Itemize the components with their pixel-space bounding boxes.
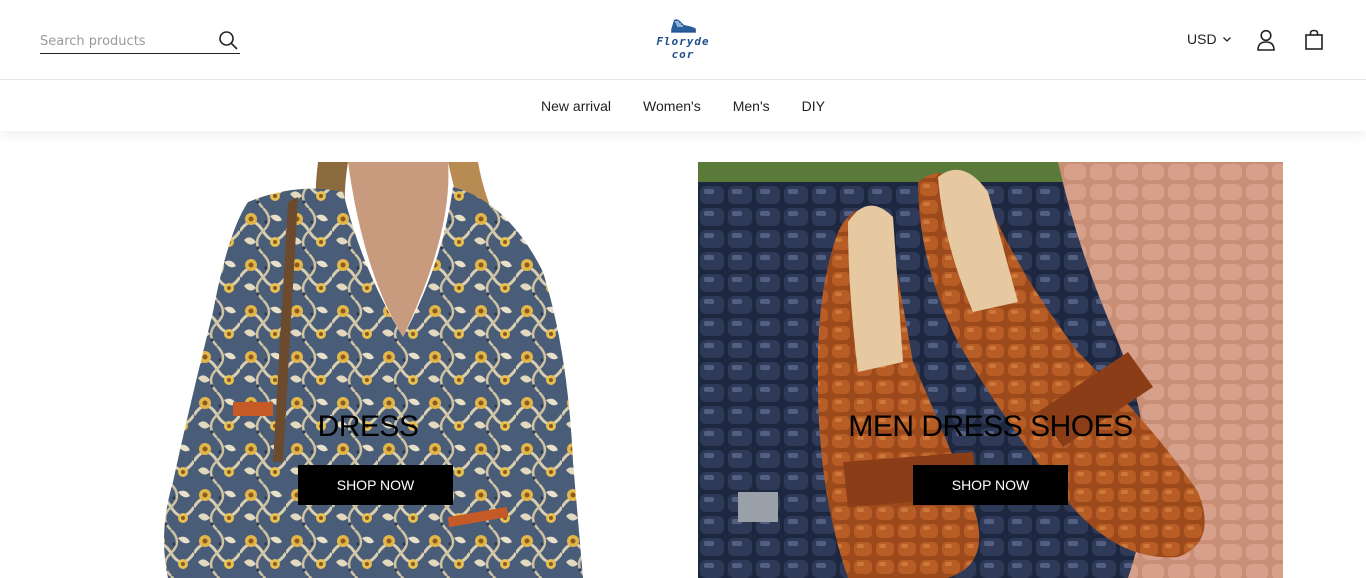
chevron-down-icon [1222,37,1231,42]
user-icon[interactable] [1256,29,1276,51]
search-bar [40,28,240,54]
site-header: Floryde cor USD [0,0,1366,80]
banner-dress[interactable]: DRESS SHOP NOW [148,162,588,578]
shopping-bag-icon[interactable] [1304,29,1324,51]
search-input[interactable] [40,28,210,52]
search-icon[interactable] [218,30,238,50]
logo-text-line1: Floryde [656,35,710,48]
banner-title-dress: DRESS [317,410,419,443]
brand-logo[interactable]: Floryde cor [646,16,720,68]
crocodile-loafers-image [698,162,1283,578]
banner-men-dress-shoes[interactable]: MEN DRESS SHOES SHOP NOW [698,162,1283,578]
currency-label: USD [1187,31,1217,47]
nav-item-mens[interactable]: Men's [733,98,770,114]
banner-title-men-dress-shoes: MEN DRESS SHOES [848,410,1133,443]
shop-now-button-men-dress-shoes[interactable]: SHOP NOW [913,465,1068,505]
shoe-logo-icon [671,19,696,33]
nav-item-diy[interactable]: DIY [802,98,825,114]
main-navigation: New arrival Women's Men's DIY [0,81,1366,131]
nav-item-womens[interactable]: Women's [643,98,701,114]
currency-selector[interactable]: USD [1187,31,1232,47]
logo-text-line2: cor [671,48,695,61]
nav-item-new-arrival[interactable]: New arrival [541,98,611,114]
floral-dress-image [148,162,588,578]
shop-now-button-dress[interactable]: SHOP NOW [298,465,453,505]
